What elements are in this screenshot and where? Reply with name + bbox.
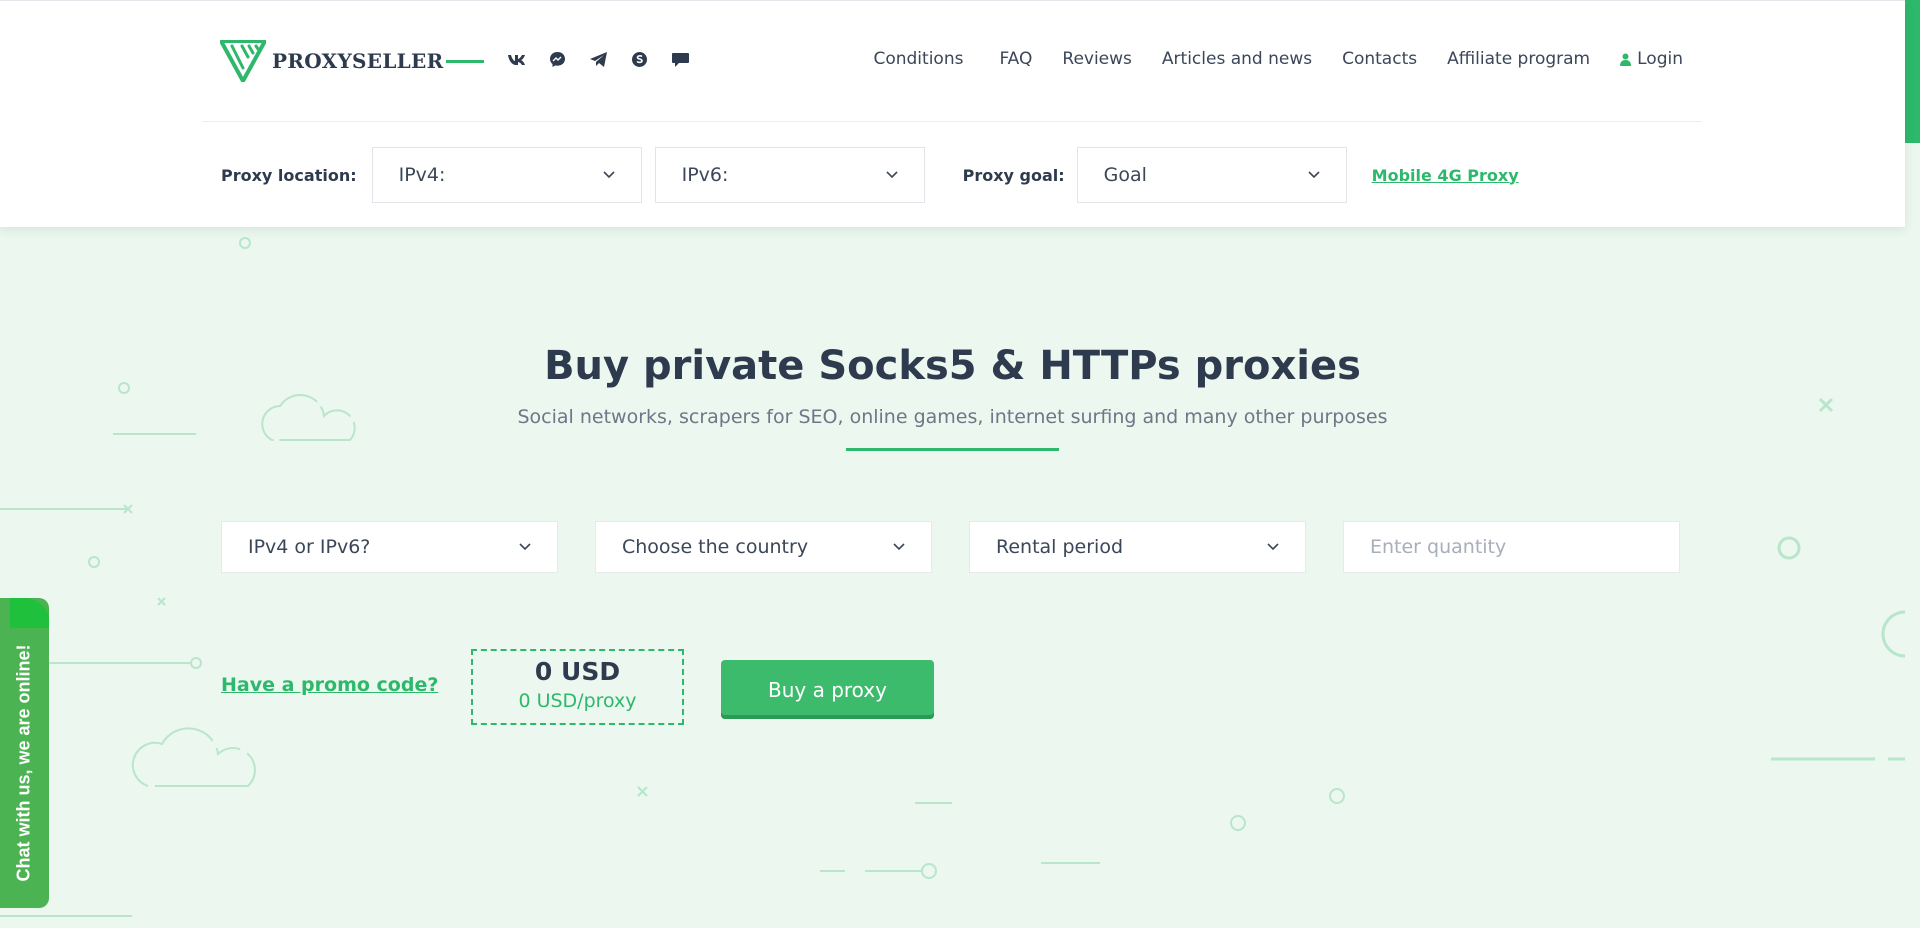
main-nav: Conditions FAQ Reviews Articles and news… <box>873 49 1683 69</box>
nav-faq[interactable]: FAQ <box>999 49 1032 69</box>
proxyseller-logo-icon <box>220 40 266 82</box>
hero-subtitle: Social networks, scrapers for SEO, onlin… <box>517 406 1388 428</box>
quantity-input[interactable] <box>1343 521 1680 573</box>
vk-icon[interactable] <box>506 49 527 70</box>
chat-icon[interactable] <box>670 49 691 70</box>
goal-select-value: Goal <box>1103 164 1147 186</box>
rental-period-select[interactable]: Rental period <box>969 521 1306 573</box>
proxy-filter-bar: Proxy location: IPv4: IPv6: Proxy goal: … <box>221 147 1519 203</box>
login-label: Login <box>1637 49 1683 69</box>
protocol-select-value: IPv4 or IPv6? <box>248 536 371 558</box>
header-top-bar: PROXYSELLER Conditions FAQ Reviews Artic… <box>0 1 1905 121</box>
promo-code-link[interactable]: Have a promo code? <box>221 674 438 696</box>
messenger-icon[interactable] <box>547 49 568 70</box>
user-icon <box>1620 53 1632 66</box>
chevron-down-icon <box>893 543 905 551</box>
skype-icon[interactable] <box>629 49 650 70</box>
social-links <box>506 49 691 70</box>
nav-contacts[interactable]: Contacts <box>1342 49 1417 69</box>
nav-articles[interactable]: Articles and news <box>1162 49 1312 69</box>
rental-period-value: Rental period <box>996 536 1124 558</box>
price-per-proxy: 0 USD/proxy <box>518 690 637 712</box>
nav-reviews[interactable]: Reviews <box>1062 49 1132 69</box>
login-link[interactable]: Login <box>1620 49 1683 69</box>
logo[interactable]: PROXYSELLER <box>220 40 444 82</box>
ipv4-select-value: IPv4: <box>398 164 446 186</box>
nav-affiliate[interactable]: Affiliate program <box>1447 49 1590 69</box>
nav-conditions[interactable]: Conditions <box>873 49 963 69</box>
country-select[interactable]: Choose the country <box>595 521 932 573</box>
ipv6-location-select[interactable]: IPv6: <box>654 147 925 203</box>
ipv4-location-select[interactable]: IPv4: <box>371 147 642 203</box>
price-summary: 0 USD 0 USD/proxy <box>471 649 684 725</box>
chevron-down-icon <box>886 171 898 179</box>
live-chat-tab[interactable]: Chat with us, we are online! <box>0 598 49 908</box>
chevron-down-icon <box>1267 543 1279 551</box>
chevron-down-icon <box>603 171 615 179</box>
header-divider <box>202 121 1702 122</box>
hero-title: Buy private Socks5 & HTTPs proxies <box>544 343 1361 389</box>
chat-tab-label: Chat with us, we are online! <box>13 644 34 882</box>
logo-text: PROXYSELLER <box>272 49 444 73</box>
chevron-down-icon <box>1308 171 1320 179</box>
order-form: IPv4 or IPv6? Choose the country Rental … <box>221 521 1680 573</box>
chat-tab-corner <box>10 598 49 628</box>
mobile-4g-proxy-link[interactable]: Mobile 4G Proxy <box>1372 166 1519 185</box>
scrollbar-thumb[interactable] <box>1905 0 1920 143</box>
site-header: PROXYSELLER Conditions FAQ Reviews Artic… <box>0 0 1905 227</box>
chevron-down-icon <box>519 543 531 551</box>
ipv6-select-value: IPv6: <box>681 164 729 186</box>
logo-divider <box>446 60 484 63</box>
proxy-location-label: Proxy location: <box>221 165 357 185</box>
hero-underline <box>846 448 1059 451</box>
buy-proxy-button[interactable]: Buy a proxy <box>721 660 934 719</box>
telegram-icon[interactable] <box>588 49 609 70</box>
country-select-value: Choose the country <box>622 536 809 558</box>
protocol-select[interactable]: IPv4 or IPv6? <box>221 521 558 573</box>
proxy-goal-select[interactable]: Goal <box>1076 147 1347 203</box>
proxy-goal-label: Proxy goal: <box>962 165 1065 185</box>
price-total: 0 USD <box>534 657 621 686</box>
